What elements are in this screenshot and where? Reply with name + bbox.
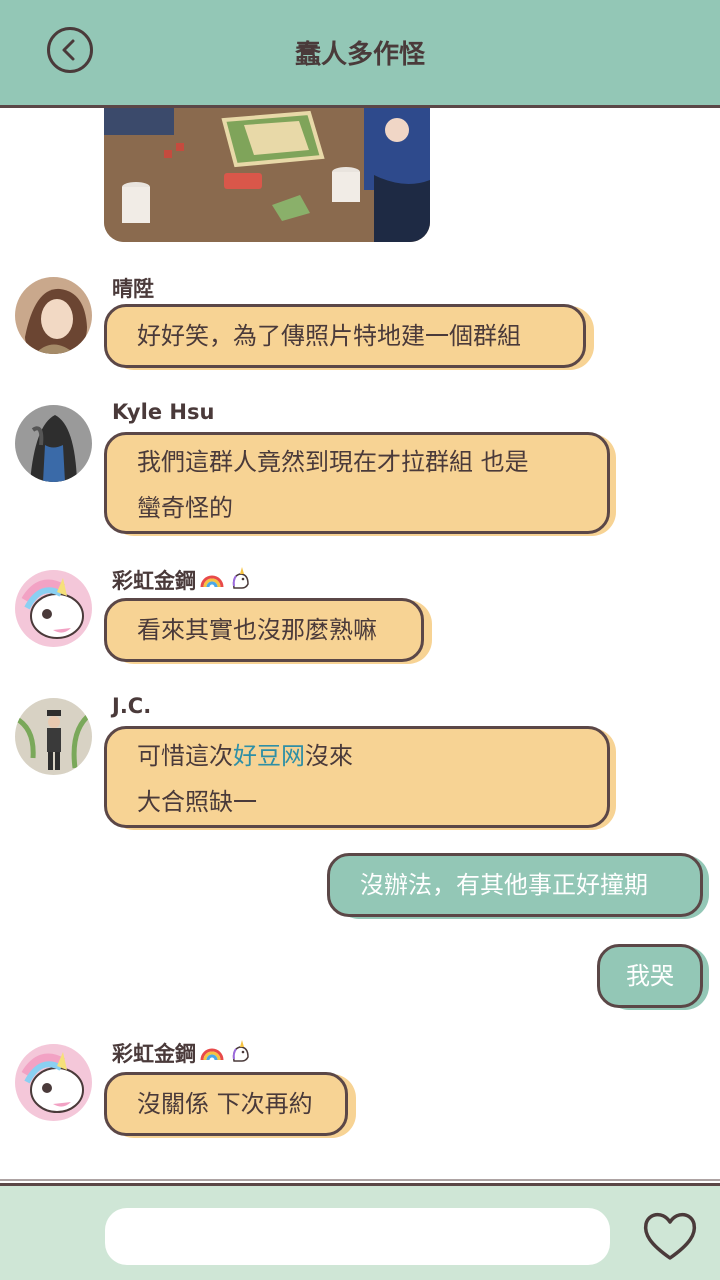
sender-name: J.C. <box>112 694 152 718</box>
board-game-illustration <box>104 95 430 242</box>
my-message-bubble[interactable]: 沒辦法，有其他事正好撞期 <box>327 853 703 917</box>
heart-button[interactable] <box>640 1208 700 1264</box>
unicorn-icon <box>228 1039 252 1068</box>
message-input[interactable] <box>105 1208 610 1265</box>
my-message-bubble[interactable]: 我哭 <box>597 944 703 1008</box>
avatar[interactable] <box>15 698 92 775</box>
message-bubble[interactable]: 沒關係 下次再約 <box>104 1072 348 1136</box>
avatar[interactable] <box>15 1044 92 1121</box>
mention-link[interactable]: 好豆网 <box>233 742 305 770</box>
message-bubble[interactable]: 我們這群人竟然到現在才拉群組 也是 蠻奇怪的 <box>104 432 610 534</box>
avatar[interactable] <box>15 277 92 354</box>
sender-name: 彩虹金鋼 <box>112 565 252 595</box>
chat-header: 蠢人多作怪 <box>0 0 720 108</box>
message-bubble[interactable]: 好好笑，為了傳照片特地建一個群組 <box>104 304 586 368</box>
message-text: 可惜這次 <box>137 742 233 770</box>
sender-name: 晴陞 <box>112 277 154 301</box>
shared-photo[interactable] <box>104 95 430 242</box>
rainbow-icon <box>200 567 224 594</box>
chat-title: 蠢人多作怪 <box>294 40 425 70</box>
message-line: 我們這群人竟然到現在才拉群組 也是 <box>137 448 529 476</box>
avatar[interactable] <box>15 405 92 482</box>
message-bubble[interactable]: 看來其實也沒那麼熟嘛 <box>104 598 424 662</box>
message-bubble[interactable]: 可惜這次好豆网沒來 大合照缺一 <box>104 726 610 828</box>
sender-name: Kyle Hsu <box>112 400 215 424</box>
message-text: 沒來 <box>305 742 353 770</box>
composer-bar <box>0 1183 720 1280</box>
sender-name-text: 彩虹金鋼 <box>112 569 196 593</box>
rainbow-icon <box>200 1040 224 1067</box>
sender-name-text: 彩虹金鋼 <box>112 1042 196 1066</box>
message-line: 可惜這次好豆网沒來 <box>137 733 577 779</box>
heart-icon <box>643 1212 697 1260</box>
sender-name: 彩虹金鋼 <box>112 1038 252 1068</box>
avatar[interactable] <box>15 570 92 647</box>
message-line: 蠻奇怪的 <box>137 494 233 522</box>
message-line: 大合照缺一 <box>137 788 257 816</box>
unicorn-icon <box>228 566 252 595</box>
